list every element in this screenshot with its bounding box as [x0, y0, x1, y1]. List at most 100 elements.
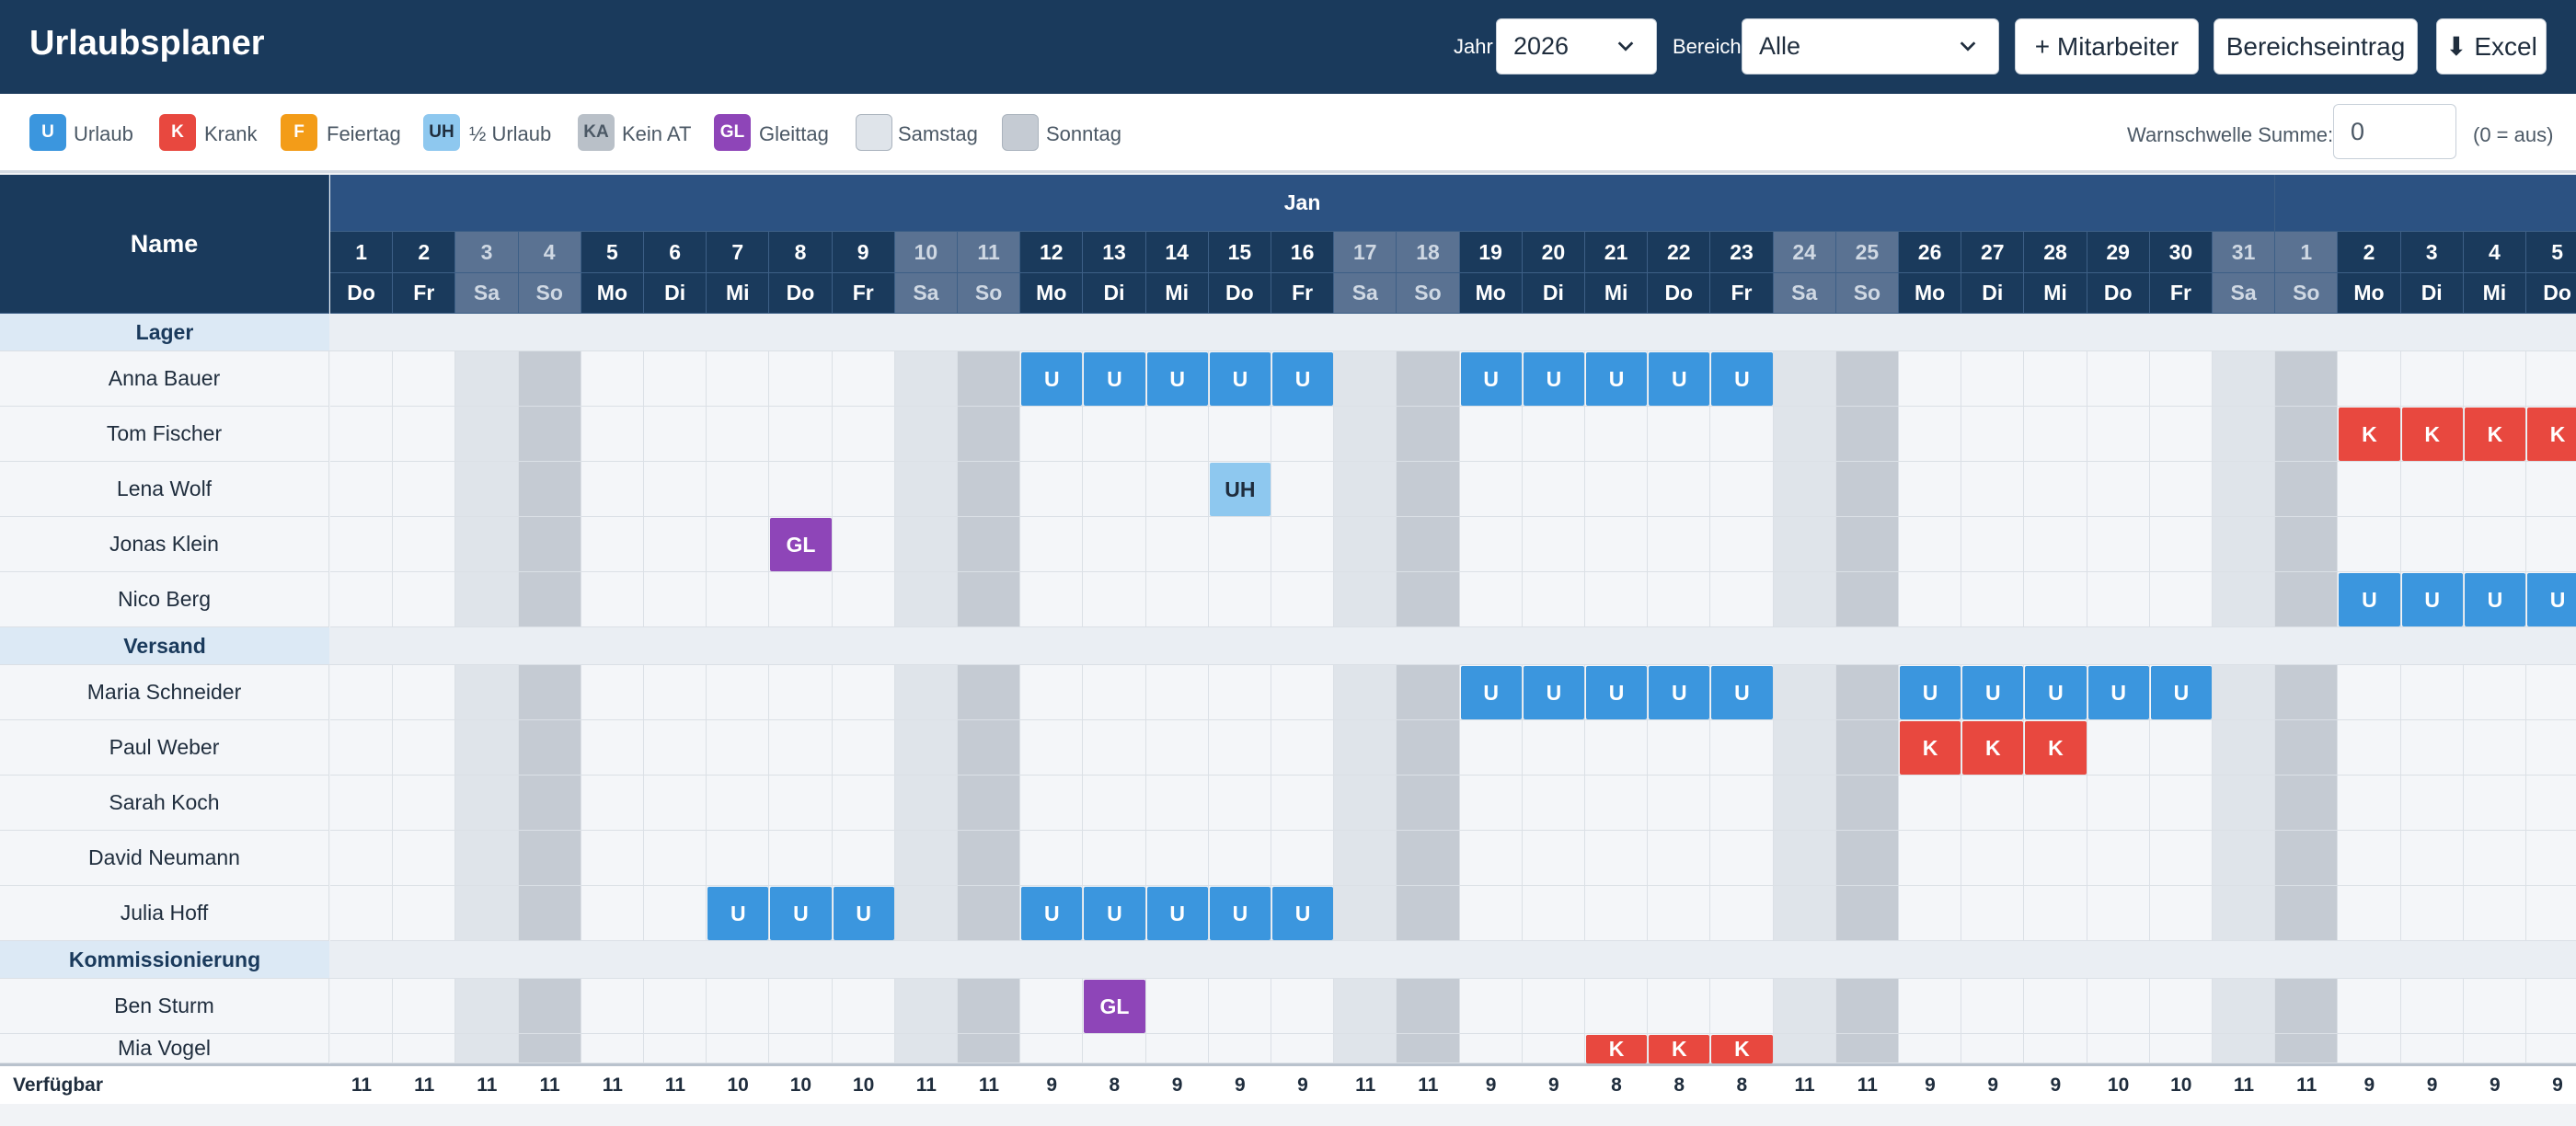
day-cell[interactable] [393, 665, 456, 720]
day-cell[interactable] [393, 407, 456, 462]
day-cell[interactable] [455, 831, 519, 886]
day-cell[interactable] [769, 979, 833, 1034]
day-cell[interactable] [2463, 831, 2526, 886]
day-cell[interactable] [1835, 1034, 1899, 1063]
day-cell[interactable] [644, 776, 707, 831]
day-cell[interactable] [2400, 831, 2464, 886]
day-cell[interactable] [518, 572, 581, 627]
day-cell[interactable] [1835, 462, 1899, 517]
day-cell[interactable] [330, 351, 394, 407]
absence-mark-u[interactable]: U [1523, 352, 1584, 406]
employee-name[interactable]: Julia Hoff [0, 886, 329, 941]
day-cell[interactable] [455, 407, 519, 462]
day-cell[interactable] [1522, 776, 1585, 831]
day-cell[interactable] [2338, 462, 2401, 517]
day-cell[interactable] [1271, 831, 1335, 886]
day-cell[interactable] [1522, 407, 1585, 462]
day-cell[interactable] [1773, 886, 1836, 941]
day-cell[interactable] [518, 517, 581, 572]
employee-name[interactable]: Paul Weber [0, 720, 329, 776]
day-cell[interactable] [1271, 776, 1335, 831]
employee-name[interactable]: Maria Schneider [0, 665, 329, 720]
day-cell[interactable] [1961, 776, 2025, 831]
day-cell[interactable] [1899, 1034, 1962, 1063]
day-cell[interactable] [1083, 462, 1146, 517]
absence-mark-u[interactable]: U [1900, 666, 1961, 719]
day-cell[interactable] [1145, 1034, 1209, 1063]
day-cell[interactable] [1961, 979, 2025, 1034]
absence-mark-u[interactable]: U [2401, 573, 2463, 626]
day-cell[interactable] [2400, 517, 2464, 572]
day-cell[interactable] [1020, 407, 1084, 462]
day-cell[interactable] [2024, 572, 2087, 627]
day-cell[interactable] [2526, 517, 2576, 572]
day-cell[interactable] [2213, 351, 2276, 407]
day-cell[interactable] [707, 407, 770, 462]
day-cell[interactable] [518, 720, 581, 776]
day-cell[interactable] [1397, 407, 1460, 462]
day-cell[interactable] [1459, 407, 1523, 462]
day-cell[interactable] [1899, 776, 1962, 831]
day-cell[interactable] [2275, 572, 2339, 627]
day-cell[interactable] [707, 720, 770, 776]
day-cell[interactable] [1773, 979, 1836, 1034]
absence-mark-u[interactable]: U [1711, 666, 1773, 719]
day-cell[interactable] [2275, 720, 2339, 776]
absence-mark-k[interactable]: K [2464, 408, 2525, 461]
excel-export-button[interactable]: ⬇ Excel [2436, 18, 2547, 75]
day-cell[interactable] [1334, 720, 1397, 776]
day-cell[interactable] [1961, 1034, 2025, 1063]
day-cell[interactable] [1397, 776, 1460, 831]
day-cell[interactable] [769, 351, 833, 407]
day-cell[interactable] [1145, 517, 1209, 572]
day-cell[interactable] [2087, 462, 2150, 517]
day-cell[interactable] [1522, 979, 1585, 1034]
day-cell[interactable] [2338, 351, 2401, 407]
day-cell[interactable] [581, 720, 644, 776]
day-cell[interactable] [1271, 665, 1335, 720]
day-cell[interactable] [2149, 351, 2213, 407]
absence-mark-k[interactable]: K [1962, 721, 2024, 775]
day-cell[interactable] [2338, 1034, 2401, 1063]
day-cell[interactable] [1208, 831, 1271, 886]
day-cell[interactable] [707, 979, 770, 1034]
day-cell[interactable] [769, 776, 833, 831]
absence-mark-gl[interactable]: GL [770, 518, 832, 571]
day-cell[interactable] [1459, 831, 1523, 886]
day-cell[interactable] [2526, 462, 2576, 517]
day-cell[interactable] [707, 831, 770, 886]
day-cell[interactable] [1648, 831, 1711, 886]
day-cell[interactable] [2213, 517, 2276, 572]
day-cell[interactable] [1710, 886, 1774, 941]
day-cell[interactable] [1020, 776, 1084, 831]
day-cell[interactable] [455, 572, 519, 627]
day-cell[interactable] [2213, 979, 2276, 1034]
absence-mark-u[interactable]: U [1272, 352, 1334, 406]
day-cell[interactable] [894, 572, 958, 627]
day-cell[interactable] [2400, 979, 2464, 1034]
day-cell[interactable] [2275, 979, 2339, 1034]
day-cell[interactable] [1083, 1034, 1146, 1063]
day-cell[interactable] [2400, 886, 2464, 941]
day-cell[interactable] [1522, 517, 1585, 572]
day-cell[interactable] [894, 1034, 958, 1063]
day-cell[interactable] [1961, 572, 2025, 627]
day-cell[interactable] [2213, 665, 2276, 720]
day-cell[interactable] [2463, 979, 2526, 1034]
day-cell[interactable] [393, 1034, 456, 1063]
absence-mark-u[interactable]: U [1146, 352, 1208, 406]
day-cell[interactable] [1020, 979, 1084, 1034]
day-cell[interactable] [393, 517, 456, 572]
absence-mark-u[interactable]: U [2527, 573, 2576, 626]
day-cell[interactable] [644, 462, 707, 517]
day-cell[interactable] [1459, 517, 1523, 572]
day-cell[interactable] [1020, 831, 1084, 886]
day-cell[interactable] [1145, 407, 1209, 462]
day-cell[interactable] [1835, 665, 1899, 720]
day-cell[interactable] [455, 1034, 519, 1063]
day-cell[interactable] [1145, 665, 1209, 720]
day-cell[interactable] [644, 979, 707, 1034]
day-cell[interactable] [2087, 720, 2150, 776]
day-cell[interactable] [393, 720, 456, 776]
day-cell[interactable] [958, 572, 1021, 627]
